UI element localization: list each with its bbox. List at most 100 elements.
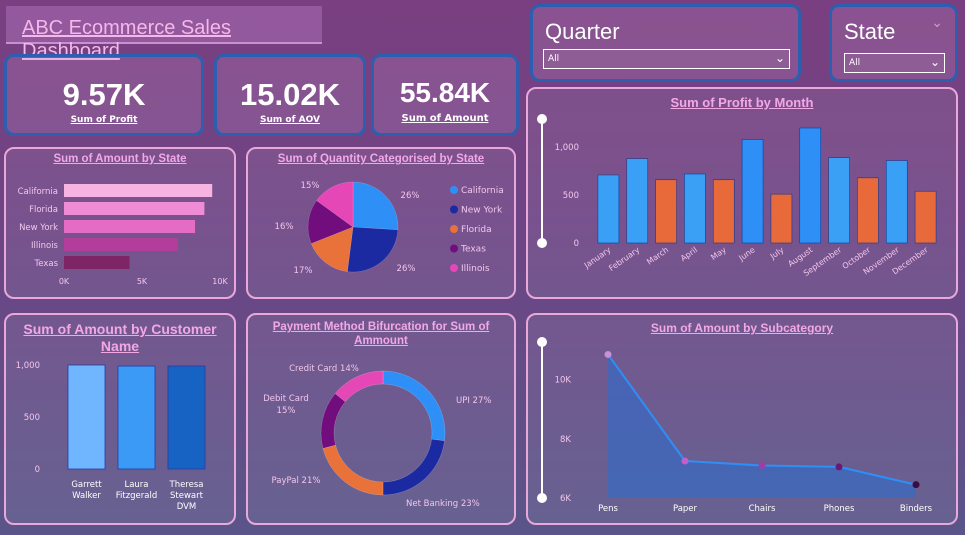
amount-by-customer-chart: 0 500 1,000 Garrett Walker Laura Fitzgerald The…: [16, 361, 206, 512]
subcategory-label-chairs: Chairs: [749, 504, 776, 514]
subcategory-point-paper: [681, 457, 689, 465]
amount-by-state-chart: California Florida New York Illinois Texas0K…: [18, 184, 228, 286]
qty-slice-new-york: [347, 226, 399, 273]
month-bar-april: [684, 173, 706, 244]
qty-slice-label-california: 26%: [401, 191, 420, 201]
state-label-california: California: [18, 187, 58, 197]
month-bar-january: [597, 174, 620, 244]
payment-slice-label-paypal: PayPal 21%: [272, 476, 321, 486]
slider-handle-bottom: [537, 238, 547, 248]
qty-slice-label-florida: 17%: [294, 266, 313, 276]
slider-handle-top: [537, 337, 547, 347]
kpi-card-profit: 9.57K Sum of Profit: [4, 54, 204, 136]
qty-legend-marker-california: [450, 186, 458, 194]
month-label-june: June: [736, 245, 756, 263]
subcategory-ytick-10k: 10K: [555, 376, 572, 386]
qty-legend-label-new-york: New York: [461, 206, 503, 216]
profit-by-month-panel: Sum of Profit by Month 0 500 1,000 January F…: [526, 87, 958, 299]
kpi-card-amount: 55.84K Sum of Amount: [371, 54, 519, 136]
slicer-menu-chevron-icon[interactable]: ⌄: [931, 15, 943, 31]
slider-handle-top: [537, 114, 547, 124]
state-dropdown-value: All: [849, 58, 861, 68]
customer-ytick-500: 500: [24, 413, 40, 423]
quarter-slicer: Quarter All ⌄: [530, 4, 801, 82]
amount-by-subcategory-panel: Sum of Amount by Subcategory 6K 8K 10K Pens…: [526, 313, 958, 525]
state-dropdown[interactable]: All ⌄: [844, 53, 945, 73]
qty-slice-label-new-york: 26%: [397, 264, 416, 274]
month-label-may: May: [709, 245, 728, 262]
month-bar-november: [885, 160, 908, 244]
subcategory-point-pens: [604, 350, 612, 358]
kpi-profit-label: Sum of Profit: [70, 115, 138, 125]
state-xtick-5k: 5K: [137, 277, 148, 286]
month-bar-may: [712, 179, 735, 244]
payment-method-panel: Payment Method Bifurcation for Sum of Am…: [246, 313, 516, 525]
payment-slice-debit-card: [320, 393, 346, 449]
chevron-down-icon: ⌄: [929, 55, 940, 69]
payment-slice-credit-card: [334, 370, 384, 403]
state-label-texas: Texas: [34, 259, 59, 269]
qty-legend-label-california: California: [461, 186, 504, 196]
state-xtick-10k: 10K: [212, 277, 228, 286]
qty-legend-marker-illinois: [450, 264, 458, 272]
customer-bar-theresa-stewart-dvm: [167, 365, 206, 470]
state-bar-texas: [64, 256, 130, 269]
profit-by-month-chart: 05001,000JanuaryFebruary March April May Jun…: [537, 114, 937, 278]
quarter-dropdown-value: All: [548, 54, 560, 64]
month-bar-june: [741, 139, 764, 244]
state-slicer: State ⌄ All ⌄: [829, 4, 958, 82]
month-label-july: July: [768, 245, 786, 261]
kpi-profit-value: 9.57K: [62, 77, 146, 112]
state-bar-florida: [64, 202, 205, 215]
qty-legend-marker-florida: [450, 225, 458, 233]
customer-bar-laura-fitzgerald: [117, 365, 156, 470]
payment-slice-label-net-banking: Net Banking 23%: [406, 499, 480, 509]
qty-slice-label-texas: 16%: [275, 222, 294, 232]
kpi-card-aov: 15.02K Sum of AOV: [214, 54, 366, 136]
month-bar-september: [828, 157, 850, 244]
month-ytick-0: 0: [574, 239, 579, 249]
customer-label-theresa-stewart-dvm: Theresa Stewart DVM: [169, 480, 204, 512]
month-label-april: April: [679, 245, 699, 263]
quarter-slicer-title: Quarter: [545, 19, 620, 44]
payment-slice-label-debit-card: Debit Card 15%: [263, 394, 308, 416]
customer-label-laura-fitzgerald: Laura Fitzgerald: [116, 480, 158, 501]
month-bar-february: [626, 158, 649, 244]
payment-slice-label-upi: UPI 27%: [456, 396, 491, 406]
month-bar-march: [655, 179, 677, 244]
state-slicer-title: State: [844, 19, 896, 44]
qty-legend-label-florida: Florida: [461, 225, 492, 235]
state-label-new-york: New York: [19, 223, 58, 233]
payment-slice-net-banking: [382, 438, 445, 496]
chevron-down-icon: ⌄: [774, 51, 785, 65]
state-bar-california: [64, 184, 213, 197]
qty-slice-california: [352, 181, 399, 231]
state-bar-new-york: [64, 220, 196, 233]
subcategory-ytick-6k: 6K: [560, 494, 571, 504]
month-bar-october: [857, 177, 879, 244]
kpi-amount-label: Sum of Amount: [401, 113, 489, 124]
quantity-by-state-chart: 26% 26% 17% 16% 15% California New York Florida…: [275, 181, 504, 276]
customer-ytick-0: 0: [35, 465, 40, 475]
customer-ytick-1-000: 1,000: [16, 361, 40, 371]
subcategory-point-chairs: [758, 461, 766, 469]
amount-by-subcategory-chart: 6K 8K 10K Pens Paper Chairs Phones Binders: [537, 337, 933, 514]
subcategory-ytick-8k: 8K: [560, 435, 571, 445]
month-ytick-1-000: 1,000: [555, 143, 579, 153]
customer-label-garrett-walker: Garrett Walker: [71, 480, 102, 501]
kpi-amount-value: 55.84K: [399, 77, 491, 108]
month-label-march: March: [645, 245, 670, 266]
subcategory-point-binders: [912, 481, 920, 489]
qty-legend-label-illinois: Illinois: [461, 264, 490, 274]
state-label-florida: Florida: [29, 205, 58, 215]
state-label-illinois: Illinois: [31, 241, 59, 251]
month-bar-august: [799, 127, 822, 244]
customer-bar-garrett-walker: [67, 364, 106, 470]
month-bar-december: [914, 190, 937, 244]
qty-slice-label-illinois: 15%: [301, 181, 320, 191]
quarter-dropdown[interactable]: All ⌄: [543, 49, 790, 69]
kpi-aov-label: Sum of AOV: [260, 115, 320, 125]
month-bar-july: [770, 193, 793, 244]
subcategory-area: [608, 354, 916, 498]
month-label-february: February: [607, 245, 641, 273]
